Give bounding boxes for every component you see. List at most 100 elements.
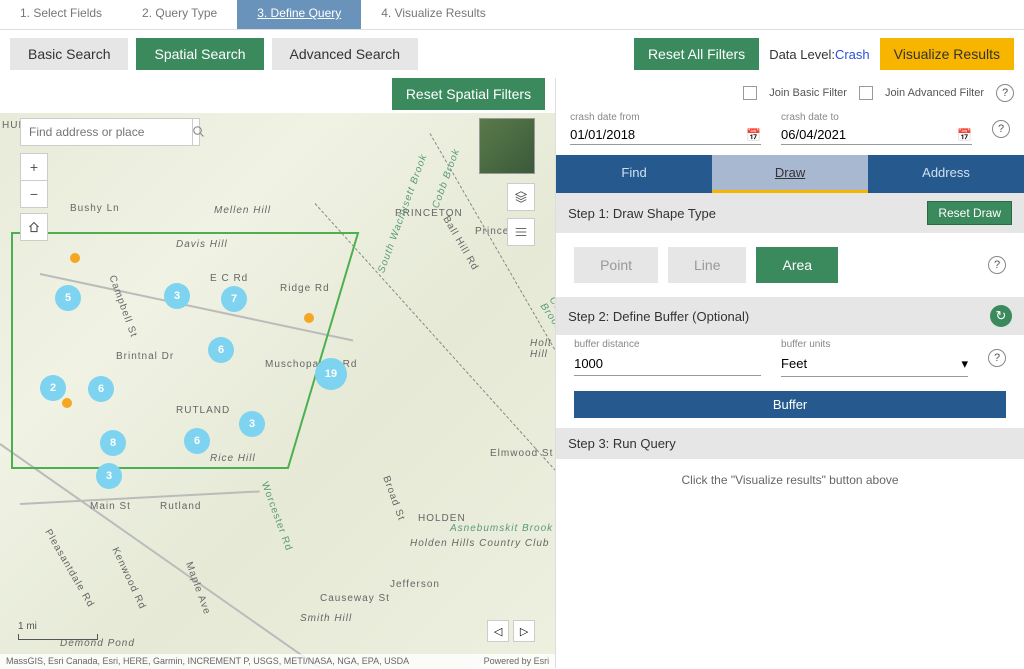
map-label-pleasant: Pleasantdale Rd: [42, 527, 96, 609]
map-attribution: MassGIS, Esri Canada, Esri, HERE, Garmin…: [0, 654, 555, 668]
shape-line-button[interactable]: Line: [668, 247, 746, 283]
next-extent-button[interactable]: ▷: [513, 620, 535, 642]
map-label-cobb: Cobb Brook: [430, 147, 462, 210]
cluster-marker[interactable]: 6: [184, 428, 210, 454]
zoom-in-button[interactable]: +: [20, 153, 48, 181]
map-label-rutland-caps: RUTLAND: [176, 405, 230, 416]
data-level-value[interactable]: Crash: [835, 47, 870, 62]
map-label-campbell: Campbell St: [106, 274, 139, 339]
buffer-units-label: buffer units: [781, 339, 968, 350]
refresh-icon[interactable]: ↻: [990, 305, 1012, 327]
step2-header: Step 2: Define Buffer (Optional) ↻: [556, 297, 1024, 335]
buffer-distance-input[interactable]: [574, 352, 761, 376]
wizard-step-2[interactable]: 2. Query Type: [122, 0, 237, 29]
map-label-ec: E C Rd: [210, 273, 248, 284]
shape-point-button[interactable]: Point: [574, 247, 658, 283]
buffer-distance-label: buffer distance: [574, 339, 761, 350]
buffer-button[interactable]: Buffer: [574, 391, 1006, 418]
scale-bar: 1 mi: [18, 621, 98, 640]
home-extent-button[interactable]: [20, 213, 48, 241]
calendar-icon[interactable]: 📅: [957, 128, 972, 142]
attribution-text: MassGIS, Esri Canada, Esri, HERE, Garmin…: [6, 656, 409, 666]
zoom-out-button[interactable]: −: [20, 180, 48, 208]
cluster-marker[interactable]: 3: [239, 411, 265, 437]
wizard-step-1[interactable]: 1. Select Fields: [0, 0, 122, 29]
cluster-marker[interactable]: 19: [315, 358, 347, 390]
map-search-input[interactable]: [21, 125, 192, 139]
powered-by-text: Powered by Esri: [484, 656, 550, 666]
map-label-holt: Holt Hill: [530, 338, 555, 360]
reset-spatial-filters-button[interactable]: Reset Spatial Filters: [392, 78, 545, 110]
wizard-step-3[interactable]: 3. Define Query: [237, 0, 361, 29]
map-label-bushy: Bushy Ln: [70, 203, 120, 214]
cluster-marker[interactable]: 5: [55, 285, 81, 311]
query-mode-tabs: Find Draw Address: [556, 155, 1024, 193]
buffer-units-select[interactable]: Feet ▾: [781, 352, 968, 377]
map-canvas[interactable]: HUBBARDSTON PRINCETON Princeton RUTLAND …: [0, 113, 555, 668]
toolbar: Basic Search Spatial Search Advanced Sea…: [0, 30, 1024, 78]
cluster-marker[interactable]: 3: [164, 283, 190, 309]
tab-address[interactable]: Address: [868, 155, 1024, 193]
reset-draw-button[interactable]: Reset Draw: [927, 201, 1012, 225]
step2-title: Step 2: Define Buffer (Optional): [568, 309, 749, 324]
tab-spatial-search[interactable]: Spatial Search: [136, 38, 263, 70]
data-level-key: Data Level:: [769, 47, 835, 62]
map-label-jefferson: Jefferson: [390, 579, 440, 590]
map-label-elmwood: Elmwood St: [490, 448, 553, 459]
tab-draw[interactable]: Draw: [712, 155, 868, 193]
calendar-icon[interactable]: 📅: [746, 128, 761, 142]
step3-header: Step 3: Run Query: [556, 428, 1024, 459]
search-icon[interactable]: [192, 118, 205, 146]
visualize-results-button[interactable]: Visualize Results: [880, 38, 1014, 70]
point-marker[interactable]: [70, 253, 80, 263]
map-search-box: [20, 118, 200, 146]
map-label-broad: Broad St: [380, 475, 406, 523]
scale-text: 1 mi: [18, 621, 37, 632]
help-icon[interactable]: ?: [992, 120, 1010, 138]
step1-header: Step 1: Draw Shape Type Reset Draw: [556, 193, 1024, 233]
layers-button[interactable]: [507, 183, 535, 211]
date-to-input[interactable]: [781, 127, 957, 142]
point-marker[interactable]: [62, 398, 72, 408]
tab-find[interactable]: Find: [556, 155, 712, 193]
cluster-marker[interactable]: 8: [100, 430, 126, 456]
tab-advanced-search[interactable]: Advanced Search: [272, 38, 419, 70]
reset-all-filters-button[interactable]: Reset All Filters: [634, 38, 759, 70]
prev-extent-button[interactable]: ◁: [487, 620, 509, 642]
help-icon[interactable]: ?: [988, 256, 1006, 274]
date-from-label: crash date from: [570, 112, 761, 123]
map-label-rice: Rice Hill: [210, 453, 256, 464]
cluster-marker[interactable]: 7: [221, 286, 247, 312]
map-label-main: Main St: [90, 501, 131, 512]
query-panel: Join Basic Filter Join Advanced Filter ?…: [555, 78, 1024, 668]
help-icon[interactable]: ?: [996, 84, 1014, 102]
data-level-label: Data Level:Crash: [769, 47, 869, 62]
tab-basic-search[interactable]: Basic Search: [10, 38, 128, 70]
map-label-cold: Cold Brook: [538, 295, 555, 333]
map-label-worcester: Worcester Rd: [259, 480, 294, 552]
map-label-causeway: Causeway St: [320, 593, 390, 604]
date-to-label: crash date to: [781, 112, 972, 123]
step1-title: Step 1: Draw Shape Type: [568, 206, 716, 221]
step3-instruction: Click the "Visualize results" button abo…: [556, 459, 1024, 501]
shape-area-button[interactable]: Area: [756, 247, 838, 283]
join-advanced-filter-checkbox[interactable]: [859, 86, 873, 100]
date-from-input[interactable]: [570, 127, 746, 142]
search-type-tabs: Basic Search Spatial Search Advanced Sea…: [10, 38, 418, 70]
point-marker[interactable]: [304, 313, 314, 323]
cluster-marker[interactable]: 6: [88, 376, 114, 402]
map-label-holdencc: Holden Hills Country Club: [410, 538, 550, 549]
basemap-thumbnail[interactable]: [479, 118, 535, 174]
buffer-units-value: Feet: [781, 356, 807, 372]
cluster-marker[interactable]: 3: [96, 463, 122, 489]
menu-button[interactable]: [507, 218, 535, 246]
map-label-smith: Smith Hill: [300, 613, 352, 624]
join-basic-filter-checkbox[interactable]: [743, 86, 757, 100]
cluster-marker[interactable]: 6: [208, 337, 234, 363]
map-label-davis: Davis Hill: [176, 239, 228, 250]
wizard-step-4[interactable]: 4. Visualize Results: [361, 0, 506, 29]
cluster-marker[interactable]: 2: [40, 375, 66, 401]
map-label-rutland: Rutland: [160, 501, 201, 512]
help-icon[interactable]: ?: [988, 349, 1006, 367]
wizard-steps: 1. Select Fields 2. Query Type 3. Define…: [0, 0, 1024, 30]
